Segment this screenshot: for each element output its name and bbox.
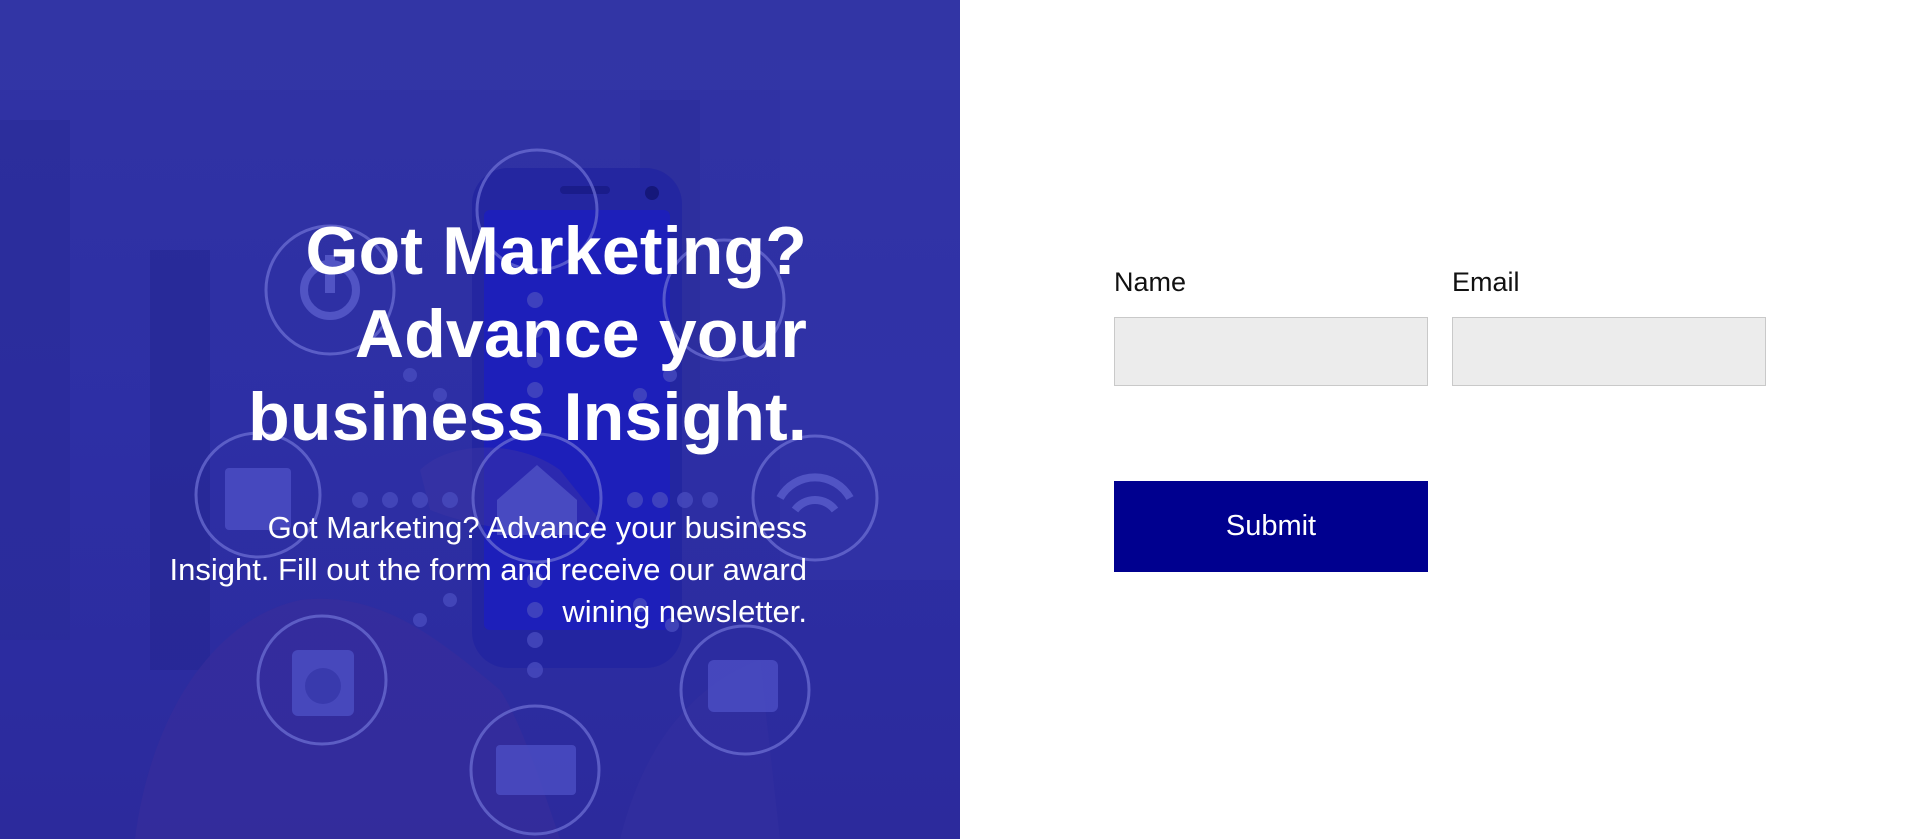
submit-button[interactable]: Submit	[1114, 481, 1428, 572]
name-field-group: Name	[1114, 262, 1428, 386]
hero-title-line-1: Got Marketing?	[305, 213, 807, 289]
hero-title: Got Marketing? Advance your business Ins…	[167, 210, 807, 459]
hero-section: Got Marketing? Advance your business Ins…	[0, 0, 960, 839]
email-field-group: Email	[1452, 262, 1766, 386]
email-input[interactable]	[1452, 317, 1766, 386]
email-label: Email	[1452, 267, 1520, 297]
signup-form-panel: Name Email Submit	[960, 0, 1920, 839]
page: Got Marketing? Advance your business Ins…	[0, 0, 1920, 839]
hero-copy: Got Marketing? Advance your business Ins…	[167, 210, 807, 633]
hero-title-line-2: Advance your	[354, 296, 807, 372]
name-label: Name	[1114, 267, 1187, 297]
washing-machine-icon	[256, 614, 388, 746]
name-input[interactable]	[1114, 317, 1428, 386]
tv-icon	[679, 624, 811, 756]
hero-description: Got Marketing? Advance your business Ins…	[169, 510, 807, 629]
hero-title-line-3: business Insight.	[248, 379, 807, 455]
